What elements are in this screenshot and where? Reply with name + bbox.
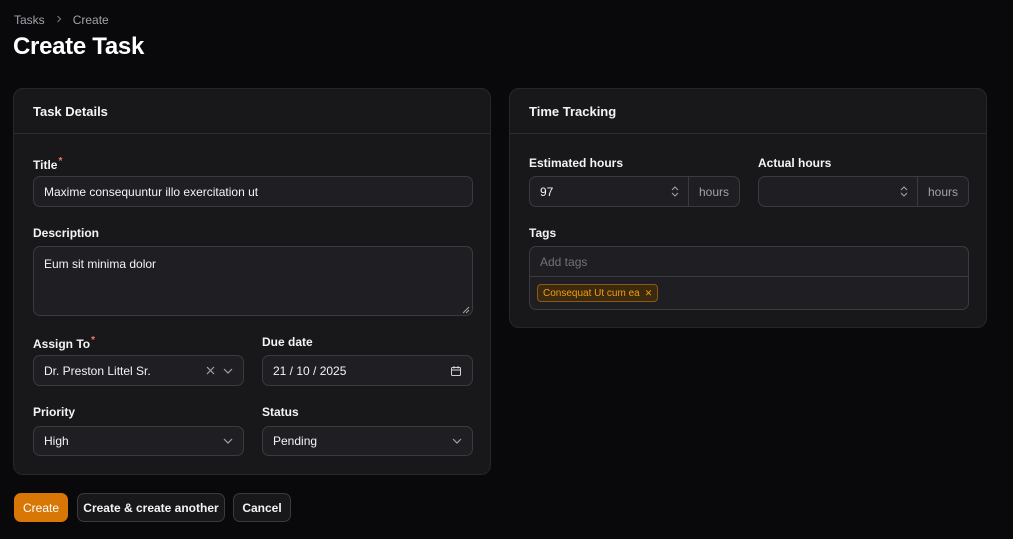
time-tracking-card: Time Tracking Estimated hours 97 hours A… — [509, 88, 987, 328]
tags-input[interactable]: Add tags — [530, 247, 968, 277]
time-tracking-heading: Time Tracking — [510, 89, 986, 134]
assign-to-value: Dr. Preston Littel Sr. — [44, 363, 151, 378]
title-input-value: Maxime consequuntur illo exercitation ut — [44, 184, 259, 199]
resize-handle-icon[interactable] — [460, 303, 470, 314]
number-stepper-icon[interactable] — [900, 186, 908, 197]
create-button[interactable]: Create — [14, 493, 68, 522]
cancel-button[interactable]: Cancel — [233, 493, 291, 522]
status-value: Pending — [273, 434, 318, 448]
due-date-value: 21 / 10 / 2025 — [273, 363, 347, 378]
task-details-heading: Task Details — [14, 89, 490, 134]
assign-to-select[interactable]: Dr. Preston Littel Sr. — [33, 355, 244, 386]
tags-field: Add tags Consequat Ut cum ea ✕ — [529, 246, 969, 310]
clear-icon[interactable] — [206, 366, 215, 375]
status-select[interactable]: Pending — [262, 426, 473, 456]
breadcrumb-current: Create — [72, 13, 109, 27]
chevron-down-icon — [452, 438, 462, 444]
number-stepper-icon[interactable] — [671, 186, 679, 197]
priority-value: High — [44, 434, 69, 448]
description-value: Eum sit minima dolor — [44, 257, 157, 271]
breadcrumb-link-tasks[interactable]: Tasks — [14, 13, 45, 27]
due-date-label: Due date — [262, 335, 313, 349]
actual-hours-suffix: hours — [916, 177, 968, 206]
estimated-hours-suffix: hours — [687, 177, 739, 206]
actual-hours-label: Actual hours — [758, 156, 832, 170]
estimated-hours-label: Estimated hours — [529, 156, 624, 170]
chevron-down-icon — [223, 368, 233, 374]
title-input[interactable]: Maxime consequuntur illo exercitation ut — [33, 176, 473, 207]
title-label: Title* — [33, 156, 63, 172]
description-label: Description — [33, 226, 100, 240]
due-date-input[interactable]: 21 / 10 / 2025 — [262, 355, 473, 386]
description-textarea[interactable]: Eum sit minima dolor — [33, 246, 473, 316]
task-details-card: Task Details Title* Maxime consequuntur … — [13, 88, 491, 475]
required-mark: * — [58, 156, 63, 167]
estimated-hours-value: 97 — [540, 184, 554, 199]
tag-chip-label: Consequat Ut cum ea — [543, 287, 640, 299]
tag-list: Consequat Ut cum ea ✕ — [530, 277, 968, 309]
estimated-hours-input[interactable]: 97 hours — [529, 176, 740, 207]
priority-label: Priority — [33, 405, 76, 419]
actual-hours-input[interactable]: hours — [758, 176, 969, 207]
required-mark: * — [91, 335, 96, 346]
status-label: Status — [262, 405, 299, 419]
calendar-icon[interactable] — [450, 365, 462, 377]
tag-chip: Consequat Ut cum ea ✕ — [537, 284, 659, 302]
assign-to-label: Assign To* — [33, 335, 96, 351]
chevron-right-icon — [55, 14, 63, 26]
create-another-button[interactable]: Create & create another — [77, 493, 225, 522]
remove-tag-icon[interactable]: ✕ — [645, 288, 653, 299]
priority-select[interactable]: High — [33, 426, 244, 456]
chevron-down-icon — [223, 438, 233, 444]
page-title: Create Task — [13, 33, 144, 60]
tags-label: Tags — [529, 226, 557, 240]
breadcrumb: Tasks Create — [14, 13, 109, 27]
